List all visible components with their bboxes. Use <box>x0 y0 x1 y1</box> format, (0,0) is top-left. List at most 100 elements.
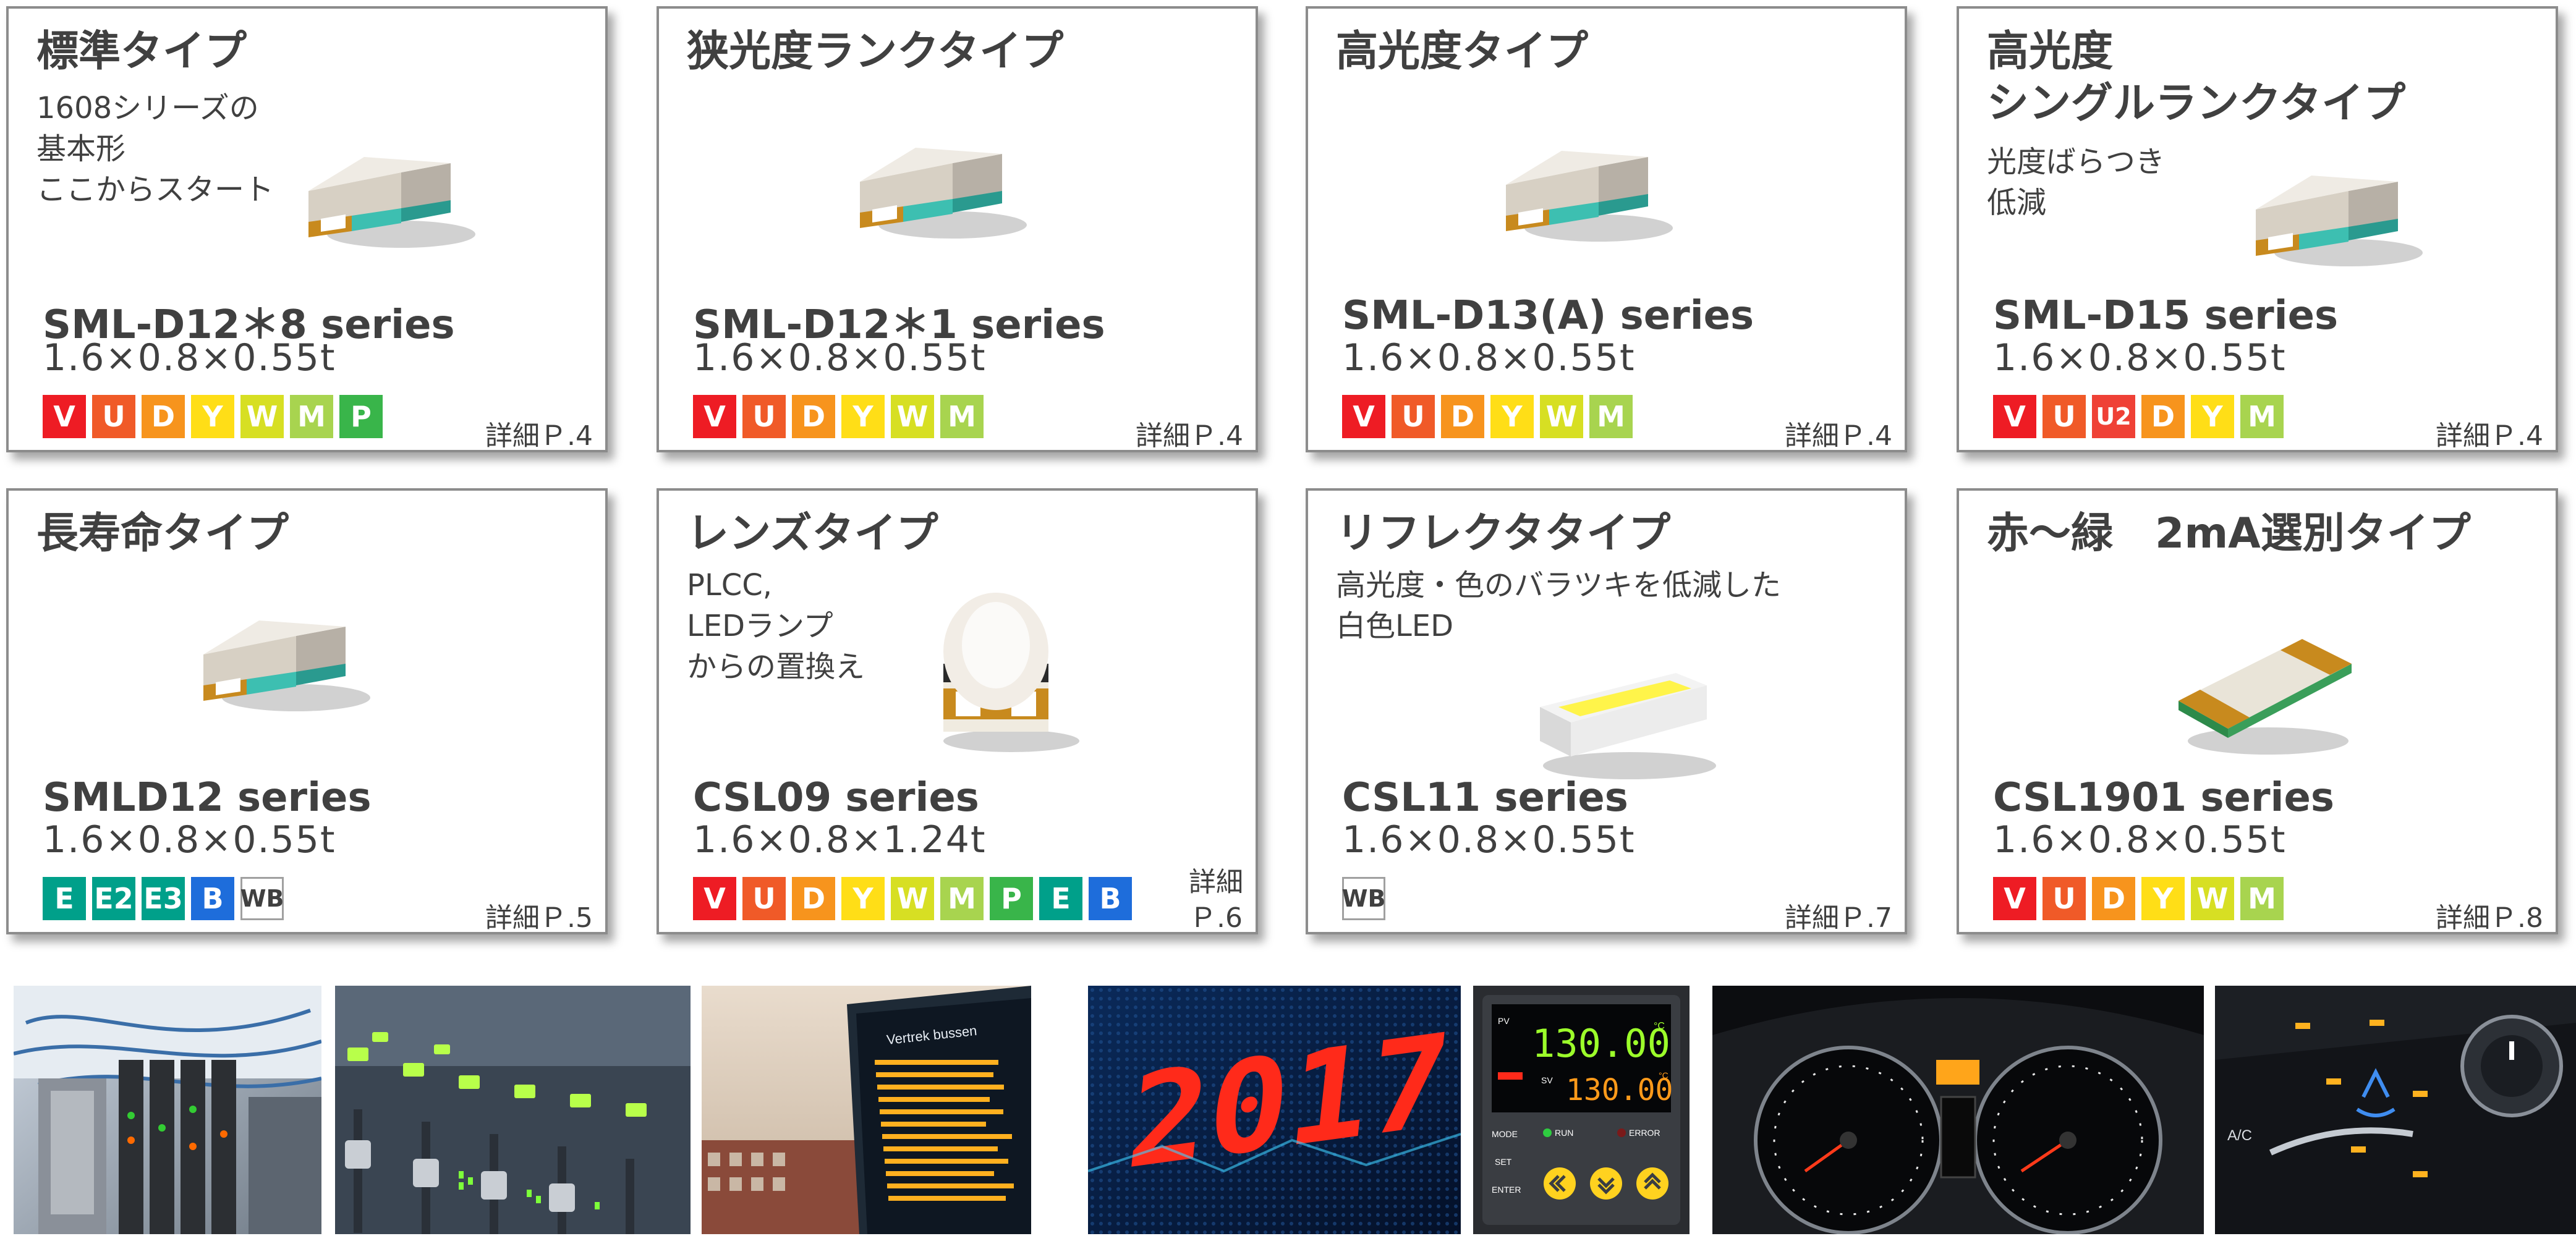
color-badges: VUDYWM <box>1993 877 2284 920</box>
color-badge-d: D <box>2141 395 2185 438</box>
color-badge-m: M <box>290 395 333 438</box>
color-badge-e2: E2 <box>92 877 135 920</box>
color-badges: VUDYWMPEB <box>693 877 1132 920</box>
color-badge-y: Y <box>841 877 885 920</box>
color-badge-e3: E3 <box>142 877 185 920</box>
series-name: CSL09 series <box>693 775 979 821</box>
color-badge-v: V <box>1993 395 2036 438</box>
error-label: ERROR <box>1629 1128 1660 1138</box>
color-badge-u: U <box>92 395 135 438</box>
dimensions: 1.6×0.8×0.55t <box>693 336 987 379</box>
product-card-high-brightness[interactable]: 高光度タイプ SML-D13(A) series 1.6×0.8×0.55t V… <box>1306 6 1907 452</box>
color-badge-m: M <box>1589 395 1633 438</box>
color-badge-e: E <box>1039 877 1082 920</box>
color-badge-p: P <box>990 877 1033 920</box>
card-title: 長寿命タイプ <box>36 509 289 558</box>
color-badge-m: M <box>2240 877 2284 920</box>
dimensions: 1.6×0.8×0.55t <box>1342 336 1636 379</box>
detail-page-link[interactable]: 詳細 Ｐ.6 <box>1189 865 1243 936</box>
detail-page-link[interactable]: 詳細Ｐ.7 <box>1785 895 1892 935</box>
color-badge-v: V <box>43 395 86 438</box>
led-matrix-display-photo: 2017 <box>1088 986 1461 1234</box>
color-badge-v: V <box>1993 877 2036 920</box>
enter-label: ENTER <box>1492 1185 1521 1195</box>
detail-page-link[interactable]: 詳細Ｐ.4 <box>485 413 593 453</box>
color-badge-m: M <box>940 877 984 920</box>
color-badge-u: U <box>2043 877 2086 920</box>
color-badge-wb: WB <box>240 877 284 920</box>
card-title: 標準タイプ <box>36 27 247 76</box>
color-badges: VUDYWMP <box>43 395 383 438</box>
color-badge-w: W <box>1540 395 1583 438</box>
color-badges: WB <box>1342 877 1385 920</box>
detail-page-link[interactable]: 詳細Ｐ.8 <box>2436 895 2543 935</box>
set-label: SET <box>1495 1157 1512 1167</box>
departure-board-photo: Vertrek bussen <box>702 986 1031 1234</box>
color-badge-w: W <box>891 395 934 438</box>
product-card-narrow-rank[interactable]: 狭光度ランクタイプ SML-D12＊1 series 1.6×0.8×0.55t… <box>657 6 1258 452</box>
pv-label: PV <box>1498 1016 1510 1026</box>
ac-label: A/C <box>2227 1127 2252 1144</box>
product-card-single-rank[interactable]: 高光度 シングルランクタイプ 光度ばらつき 低減 SML-D15 series 1.… <box>1957 6 2558 452</box>
card-title: 高光度タイプ <box>1336 27 1589 76</box>
card-description: 1608シリーズの 基本形 ここからスタート <box>36 91 274 207</box>
color-badge-m: M <box>940 395 984 438</box>
dimensions: 1.6×0.8×0.55t <box>1993 336 2287 379</box>
color-badge-b: B <box>1089 877 1132 920</box>
color-badge-u: U <box>1392 395 1435 438</box>
color-badge-u: U <box>742 877 786 920</box>
temperature-controller-photo: PV 130.00 °C SV 130.00 °C MODE RUN ERROR… <box>1473 986 1690 1234</box>
color-badge-v: V <box>693 395 736 438</box>
card-description: 光度ばらつき 低減 <box>1987 145 2166 220</box>
color-badge-y: Y <box>2191 395 2234 438</box>
series-name: SMLD12 series <box>43 775 372 821</box>
detail-page-link[interactable]: 詳細Ｐ.4 <box>1136 413 1243 453</box>
color-badges: VUDYWM <box>693 395 984 438</box>
detail-page-link[interactable]: 詳細Ｐ.5 <box>485 895 593 935</box>
product-card-lens[interactable]: レンズタイプ PLCC, LEDランプ からの置換え CSL09 series 1.… <box>657 488 1258 934</box>
color-badge-y: Y <box>2141 877 2185 920</box>
product-card-reflector[interactable]: リフレクタタイプ 高光度・色のバラツキを低減した 白色LED CSL11 seri… <box>1306 488 1907 934</box>
card-title: 赤～緑 2mA選別タイプ <box>1987 509 2471 558</box>
series-name: SML-D15 series <box>1993 293 2339 339</box>
color-badge-e: E <box>43 877 86 920</box>
dimensions: 1.6×0.8×0.55t <box>43 818 336 861</box>
card-description: 高光度・色のバラツキを低減した 白色LED <box>1336 568 1782 643</box>
color-badge-v: V <box>693 877 736 920</box>
product-card-2ma-select[interactable]: 赤～緑 2mA選別タイプ CSL1901 series 1.6×0.8×0.55… <box>1957 488 2558 934</box>
color-badge-b: B <box>191 877 234 920</box>
color-badge-p: P <box>339 395 383 438</box>
color-badge-wb: WB <box>1342 877 1385 920</box>
card-title: レンズタイプ <box>687 509 938 558</box>
color-badge-y: Y <box>1490 395 1534 438</box>
dimensions: 1.6×0.8×0.55t <box>1342 818 1636 861</box>
pv-value: 130.00 <box>1532 1021 1670 1066</box>
dimensions: 1.6×0.8×1.24t <box>693 818 987 861</box>
dimensions: 1.6×0.8×0.55t <box>43 336 336 379</box>
pv-unit: °C <box>1654 1021 1665 1031</box>
card-description: PLCC, LEDランプ からの置換え <box>687 568 865 684</box>
color-badge-d: D <box>2092 877 2135 920</box>
sv-value: 130.00 <box>1566 1073 1673 1107</box>
series-name: CSL1901 series <box>1993 775 2334 821</box>
product-card-standard[interactable]: 標準タイプ 1608シリーズの 基本形 ここからスタート SML-D12＊8 ser… <box>6 6 608 452</box>
color-badge-u: U <box>742 395 786 438</box>
detail-page-link[interactable]: 詳細Ｐ.4 <box>1785 413 1892 453</box>
mode-label: MODE <box>1492 1129 1518 1139</box>
card-title: リフレクタタイプ <box>1336 509 1671 558</box>
car-climate-control-photo: A/C <box>2215 986 2576 1234</box>
color-badge-u2: U2 <box>2092 395 2135 438</box>
car-dashboard-photo <box>1712 986 2204 1234</box>
color-badge-w: W <box>2191 877 2234 920</box>
color-badges: E E2 E3 B WB <box>43 877 284 920</box>
card-title: 狭光度ランクタイプ <box>687 27 1064 76</box>
color-badge-d: D <box>792 395 835 438</box>
product-card-long-life[interactable]: 長寿命タイプ SMLD12 series 1.6×0.8×0.55t E E2 E3… <box>6 488 608 934</box>
color-badge-w: W <box>240 395 284 438</box>
detail-page-link[interactable]: 詳細Ｐ.4 <box>2436 413 2543 453</box>
color-badge-m: M <box>2240 395 2284 438</box>
audio-mixer-photo <box>335 986 691 1234</box>
card-title: 高光度 シングルランクタイプ <box>1987 27 2406 128</box>
color-badges: V U U2 D Y M <box>1993 395 2284 438</box>
dimensions: 1.6×0.8×0.55t <box>1993 818 2287 861</box>
